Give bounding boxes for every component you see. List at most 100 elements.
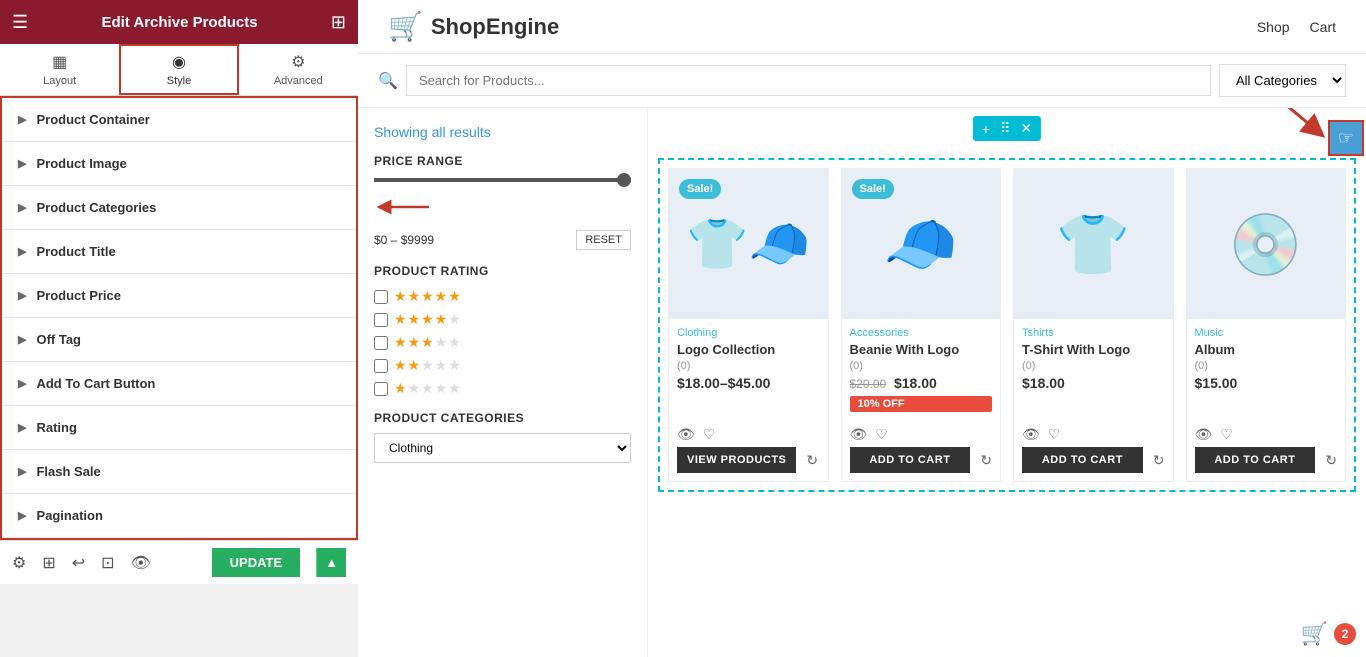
panel-item-add-to-cart[interactable]: ▶ Add To Cart Button	[2, 362, 356, 406]
rating-checkbox-3[interactable]	[374, 336, 388, 350]
wishlist-icon-4[interactable]: ♡	[1220, 426, 1233, 443]
rating-item-4: ★★★★★	[374, 311, 631, 328]
panel-item-label: Product Price	[36, 288, 121, 303]
product-rating-4: (0)	[1195, 360, 1338, 372]
tab-style[interactable]: ◉ Style	[119, 44, 238, 95]
eye-icon-3[interactable]: 👁	[1022, 426, 1040, 443]
rating-checkbox-5[interactable]	[374, 290, 388, 304]
update-arrow-button[interactable]: ▲	[316, 548, 346, 577]
panel-item-product-image[interactable]: ▶ Product Image	[2, 142, 356, 186]
eye-icon-1[interactable]: 👁	[677, 426, 695, 443]
reset-button[interactable]: RESET	[576, 230, 631, 250]
wishlist-icon-1[interactable]: ♡	[703, 426, 716, 443]
wishlist-icon-3[interactable]: ♡	[1048, 426, 1061, 443]
eye-icon-4[interactable]: 👁	[1195, 426, 1213, 443]
history-icon[interactable]: ↩	[72, 553, 85, 573]
update-button[interactable]: UPDATE	[212, 548, 300, 577]
refresh-icon-4[interactable]: ↻	[1325, 452, 1337, 469]
filter-sidebar: Showing all results PRICE RANGE	[358, 108, 648, 657]
product-info-2: Accessories Beanie With Logo (0) $20.00 …	[842, 319, 1001, 420]
search-bar: 🔍 All Categories	[358, 54, 1366, 108]
product-name-2: Beanie With Logo	[850, 342, 993, 357]
product-info-1: Clothing Logo Collection (0) $18.00–$45.…	[669, 319, 828, 420]
product-card-3: 👕 Tshirts T-Shirt With Logo (0) $18.00 👁…	[1013, 168, 1174, 482]
price-info: $0 – $9999 RESET	[374, 230, 631, 250]
panel-item-product-title[interactable]: ▶ Product Title	[2, 230, 356, 274]
view-products-button[interactable]: VIEW PRODUCTS	[677, 447, 796, 473]
rating-list: ★★★★★ ★★★★★ ★★★★★	[374, 288, 631, 397]
refresh-icon-1[interactable]: ↻	[806, 452, 818, 469]
layers-icon[interactable]: ⊞	[42, 553, 55, 573]
settings-icon[interactable]: ⚙	[12, 553, 26, 573]
shop-link[interactable]: Shop	[1257, 19, 1290, 35]
price-range-title: PRICE RANGE	[374, 154, 631, 168]
rating-checkbox-1[interactable]	[374, 382, 388, 396]
rating-checkbox-4[interactable]	[374, 313, 388, 327]
slider-thumb[interactable]	[617, 173, 631, 187]
refresh-icon-2[interactable]: ↻	[980, 452, 992, 469]
widget-move-button[interactable]: ⠿	[997, 119, 1013, 138]
product-actions-3: 👁 ♡	[1014, 420, 1173, 447]
rating-checkbox-2[interactable]	[374, 359, 388, 373]
floating-right-button[interactable]: ☞	[1328, 120, 1364, 156]
search-input[interactable]	[406, 65, 1211, 96]
product-actions-4: 👁 ♡	[1187, 420, 1346, 447]
bottom-right-icons: 🛒 2	[1301, 621, 1356, 647]
add-to-cart-button-2[interactable]: ADD TO CART	[850, 447, 971, 473]
product-rating-section: PRODUCT RATING ★★★★★ ★★★★★	[374, 264, 631, 397]
product-cart-2: ADD TO CART ↻	[842, 447, 1001, 481]
category-select[interactable]: All Categories	[1219, 64, 1346, 97]
widget-close-button[interactable]: ✕	[1017, 119, 1035, 138]
hamburger-icon[interactable]: ☰	[12, 12, 28, 33]
eye-icon-2[interactable]: 👁	[850, 426, 868, 443]
categories-title: PRODUCT CATEGORIES	[374, 411, 631, 425]
product-info-3: Tshirts T-Shirt With Logo (0) $18.00	[1014, 319, 1173, 420]
panel-item-off-tag[interactable]: ▶ Off Tag	[2, 318, 356, 362]
tab-advanced[interactable]: ⚙ Advanced	[239, 44, 358, 95]
chevron-right-icon: ▶	[18, 421, 26, 434]
cart-link[interactable]: Cart	[1310, 19, 1336, 35]
panel-item-rating[interactable]: ▶ Rating	[2, 406, 356, 450]
widget-add-button[interactable]: +	[979, 120, 993, 138]
product-emoji-1: 👕🧢	[686, 215, 811, 274]
panel-item-product-categories[interactable]: ▶ Product Categories	[2, 186, 356, 230]
off-badge-2: 10% OFF	[850, 396, 993, 412]
panel-item-product-price[interactable]: ▶ Product Price	[2, 274, 356, 318]
panel-item-product-container[interactable]: ▶ Product Container	[2, 98, 356, 142]
price-range-slider[interactable]	[374, 178, 631, 182]
stars-2: ★★★★★	[394, 357, 462, 374]
product-actions-2: 👁 ♡	[842, 420, 1001, 447]
chevron-right-icon: ▶	[18, 377, 26, 390]
product-name-1: Logo Collection	[677, 342, 820, 357]
product-name-3: T-Shirt With Logo	[1022, 342, 1165, 357]
preview-icon[interactable]: 👁	[131, 553, 151, 573]
chevron-right-icon: ▶	[18, 157, 26, 170]
logo-icon: 🛒	[388, 10, 423, 43]
cart-bottom-icon[interactable]: 🛒	[1301, 621, 1328, 647]
advanced-icon: ⚙	[291, 52, 305, 72]
product-category-4: Music	[1195, 327, 1338, 339]
tab-layout[interactable]: ▦ Layout	[0, 44, 119, 95]
refresh-icon-3[interactable]: ↻	[1153, 452, 1165, 469]
panel-item-flash-sale[interactable]: ▶ Flash Sale	[2, 450, 356, 494]
chevron-right-icon: ▶	[18, 201, 26, 214]
product-cart-1: VIEW PRODUCTS ↻	[669, 447, 828, 481]
add-to-cart-button-3[interactable]: ADD TO CART	[1022, 447, 1143, 473]
product-price-4: $15.00	[1195, 375, 1338, 391]
category-filter-select[interactable]: Clothing	[374, 433, 631, 463]
price-min-max: $0 – $9999	[374, 233, 434, 247]
content-area: Showing all results PRICE RANGE	[358, 108, 1366, 657]
product-card-1: 👕🧢 Sale! Clothing Logo Collection (0) $1…	[668, 168, 829, 482]
chevron-right-icon: ▶	[18, 333, 26, 346]
showing-results: Showing all results	[374, 124, 631, 140]
wishlist-icon-2[interactable]: ♡	[875, 426, 888, 443]
product-card-4: 💿 Music Album (0) $15.00 👁 ♡	[1186, 168, 1347, 482]
shop-header: 🛒 ShopEngine Shop Cart	[358, 0, 1366, 54]
add-to-cart-button-4[interactable]: ADD TO CART	[1195, 447, 1316, 473]
stars-3: ★★★★★	[394, 334, 462, 351]
panel-item-pagination[interactable]: ▶ Pagination	[2, 494, 356, 538]
search-icon: 🔍	[378, 71, 398, 91]
responsive-icon[interactable]: ⊡	[101, 553, 114, 573]
shop-logo: 🛒 ShopEngine	[388, 10, 559, 43]
grid-icon[interactable]: ⊞	[331, 12, 346, 33]
